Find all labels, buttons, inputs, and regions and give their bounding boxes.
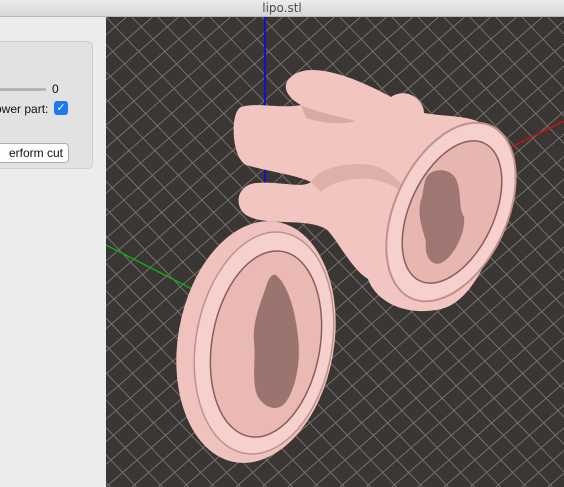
y-axis — [106, 244, 197, 292]
keep-lower-part-checkbox[interactable]: ✓ — [54, 101, 68, 115]
sidebar: 0 ower part: ✓ erform cut — [0, 17, 106, 487]
cut-position-slider[interactable] — [0, 88, 46, 91]
checkmark-icon: ✓ — [56, 101, 66, 114]
grid-line — [106, 426, 163, 487]
grid-line — [106, 17, 153, 59]
slider-value: 0 — [52, 82, 59, 96]
window-titlebar: lipo.stl — [0, 0, 564, 17]
3d-viewport[interactable] — [106, 17, 564, 487]
keep-lower-part-label: ower part: — [0, 102, 49, 116]
grid-line — [106, 481, 111, 487]
perform-cut-button[interactable]: erform cut — [0, 143, 69, 163]
window-title: lipo.stl — [262, 1, 302, 15]
